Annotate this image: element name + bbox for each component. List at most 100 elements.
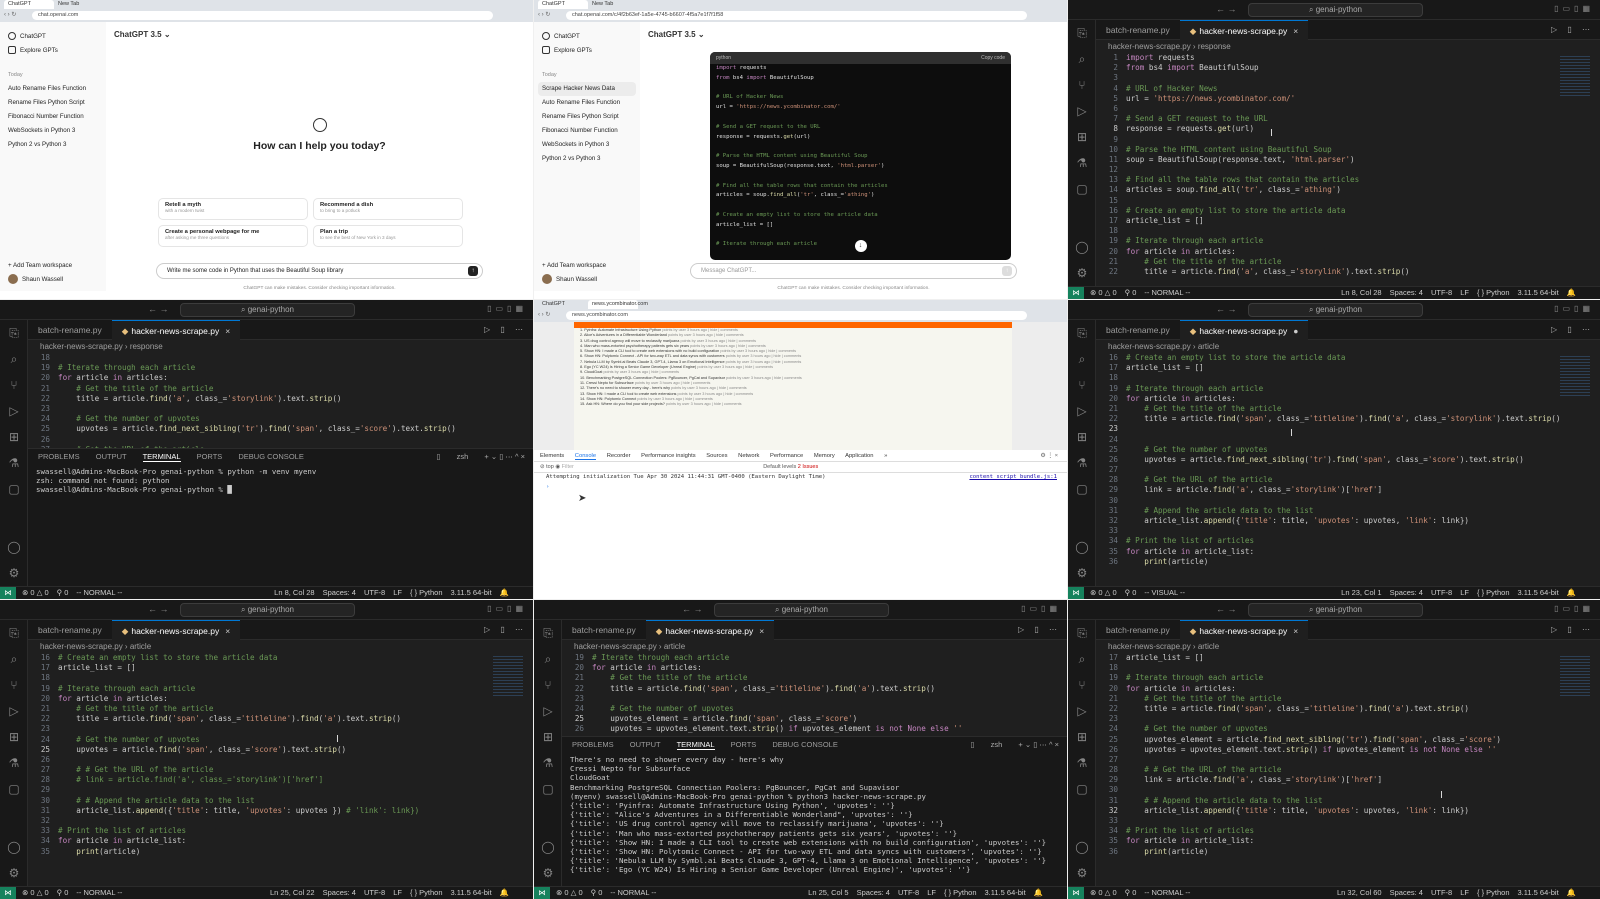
settings-gear-icon[interactable]: ⚙: [1068, 260, 1096, 286]
code-line[interactable]: 6: [1096, 104, 1600, 114]
code-line[interactable]: 19 # Iterate through each article: [1096, 673, 1600, 683]
history-item[interactable]: Python 2 vs Python 3: [534, 152, 640, 166]
code-line[interactable]: 21 # Get the title of the article: [1096, 257, 1600, 267]
suggestion-card[interactable]: Plan a trip to see the best of New York i…: [313, 225, 463, 247]
notifications-icon[interactable]: 🔔: [500, 888, 509, 897]
console-filter-input[interactable]: Filter: [562, 462, 762, 473]
code-line[interactable]: 35 for article in article_list:: [1096, 836, 1600, 846]
user-profile[interactable]: Shaun Wassell: [0, 273, 106, 287]
tab-debug-console[interactable]: DEBUG CONSOLE: [772, 740, 837, 749]
address-bar[interactable]: chat.openai.com: [32, 11, 493, 20]
back-forward-icon[interactable]: ‹ › ↻: [538, 311, 550, 318]
notifications-icon[interactable]: 🔔: [500, 588, 509, 597]
code-line[interactable]: 20 for article in articles:: [1096, 394, 1600, 404]
line-ending[interactable]: LF: [1460, 288, 1469, 297]
settings-gear-icon[interactable]: ⚙: [1068, 860, 1096, 886]
notifications-icon[interactable]: 🔔: [1567, 888, 1576, 897]
account-icon[interactable]: ◯: [1068, 234, 1096, 260]
extensions-icon[interactable]: ⊞: [534, 724, 562, 750]
user-profile[interactable]: Shaun Wassell: [534, 273, 640, 287]
code-line[interactable]: 21 # Get the title of the article: [1096, 694, 1600, 704]
indentation[interactable]: Spaces: 4: [1390, 888, 1423, 897]
history-item-active[interactable]: Scrape Hacker News Data: [538, 82, 636, 96]
code-line[interactable]: 20 for article in articles:: [562, 663, 1067, 673]
code-line[interactable]: 34 # Print the list of articles: [1096, 826, 1600, 836]
code-line[interactable]: 19 # Iterate through each article: [28, 363, 533, 373]
cursor-position[interactable]: Ln 8, Col 28: [274, 588, 314, 597]
account-icon[interactable]: ◯: [534, 834, 562, 860]
testing-icon[interactable]: ⚗: [1068, 150, 1096, 176]
encoding[interactable]: UTF-8: [1431, 288, 1452, 297]
remote-explorer-icon[interactable]: ▢: [0, 776, 28, 802]
code-line[interactable]: 22 title = article.find('a', class_='sto…: [1096, 267, 1600, 277]
encoding[interactable]: UTF-8: [364, 588, 385, 597]
run-icon[interactable]: ▷ ▯ ⋯: [1018, 625, 1061, 634]
console-prompt-icon[interactable]: ›: [546, 484, 1067, 490]
terminal-output[interactable]: swassell@Admins-MacBook-Pro genai-python…: [28, 465, 533, 497]
layout-icons[interactable]: ▯▭▯▦: [1554, 604, 1594, 613]
code-line[interactable]: 28 # Get the URL of the article: [1096, 475, 1600, 485]
code-line[interactable]: 16 # Create an empty list to store the ar…: [1096, 206, 1600, 216]
layout-icons[interactable]: ▯▭▯▦: [1554, 304, 1594, 313]
tab-hacker-news-scrape[interactable]: ◆ hacker-news-scrape.py ●: [1179, 320, 1309, 340]
tab-terminal[interactable]: TERMINAL: [142, 452, 181, 462]
settings-gear-icon[interactable]: ⚙: [1068, 560, 1096, 586]
line-ending[interactable]: LF: [393, 588, 402, 597]
cursor-position[interactable]: Ln 32, Col 60: [1337, 888, 1382, 897]
code-line[interactable]: 31 # # Append the article data to the li…: [1096, 796, 1600, 806]
code-line[interactable]: 2 from bs4 import BeautifulSoup: [1096, 63, 1600, 73]
code-line[interactable]: 14 articles = soup.find_all('tr', class_=…: [1096, 185, 1600, 195]
run-icon[interactable]: ▷ ▯ ⋯: [484, 325, 527, 334]
tab-hacker-news-scrape[interactable]: ◆ hacker-news-scrape.py ×: [1179, 20, 1309, 40]
files-icon[interactable]: ⎘: [0, 620, 28, 646]
account-icon[interactable]: ◯: [1068, 534, 1096, 560]
problems-count[interactable]: ⊗ 0 △ 0: [1090, 888, 1117, 897]
python-interpreter[interactable]: 3.11.5 64-bit: [1518, 888, 1559, 897]
close-icon[interactable]: ×: [225, 326, 230, 336]
code-line[interactable]: 20 for article in articles:: [28, 694, 533, 704]
code-line[interactable]: 17 article_list = []: [1096, 216, 1600, 226]
code-line[interactable]: 25 # Get the number of upvotes: [1096, 445, 1600, 455]
problems-count[interactable]: ⊗ 0 △ 0: [556, 888, 583, 897]
command-center[interactable]: ⌕ genai-python: [1248, 303, 1423, 317]
code-line[interactable]: 22 title = article.find('span', class_='…: [562, 684, 1067, 694]
testing-icon[interactable]: ⚗: [0, 450, 28, 476]
ports-count[interactable]: ⚲ 0: [57, 888, 69, 897]
sidebar-new-chat[interactable]: ChatGPT: [0, 30, 106, 44]
code-line[interactable]: 33: [1096, 816, 1600, 826]
browser-tab-new[interactable]: New Tab: [54, 0, 104, 9]
command-center[interactable]: ⌕ genai-python: [1248, 603, 1423, 617]
code-line[interactable]: 28 # link = article.find('a', class_='st…: [28, 775, 533, 785]
code-line[interactable]: 5 url = 'https://news.ycombinator.com/': [1096, 94, 1600, 104]
code-line[interactable]: 22 title = article.find('span', class_='…: [1096, 704, 1600, 714]
ports-count[interactable]: ⚲ 0: [591, 888, 603, 897]
code-line[interactable]: 26 upvotes = upvotes_element.text.strip(…: [1096, 745, 1600, 755]
testing-icon[interactable]: ⚗: [534, 750, 562, 776]
suggestion-card[interactable]: Create a personal webpage for me after as…: [158, 225, 308, 247]
tab-batch-rename[interactable]: batch-rename.py: [1096, 320, 1180, 340]
language-mode[interactable]: { } Python: [410, 588, 443, 597]
hn-story-title[interactable]: 11. Cressi Nepto for Subsurface: [580, 381, 635, 385]
tab-output[interactable]: OUTPUT: [630, 740, 661, 749]
search-icon[interactable]: ⌕: [0, 646, 28, 672]
code-line[interactable]: 33 # Print the list of articles: [28, 826, 533, 836]
remote-indicator-icon[interactable]: ⋈: [1068, 587, 1084, 599]
indentation[interactable]: Spaces: 4: [323, 888, 356, 897]
suggestion-card[interactable]: Retell a myth with a modern twist: [158, 198, 308, 220]
hn-story-title[interactable]: 3. US drug control agency will move to r…: [580, 339, 680, 343]
code-line[interactable]: 9: [1096, 135, 1600, 145]
encoding[interactable]: UTF-8: [364, 888, 385, 897]
remote-indicator-icon[interactable]: ⋈: [0, 587, 16, 599]
code-line[interactable]: 4 # URL of Hacker News: [1096, 84, 1600, 94]
indentation[interactable]: Spaces: 4: [857, 888, 890, 897]
address-bar[interactable]: chat.openai.com/c/4f2b63ef-1a5e-4745-b66…: [566, 11, 1027, 20]
python-interpreter[interactable]: 3.11.5 64-bit: [451, 888, 492, 897]
minimap[interactable]: [1560, 56, 1590, 96]
code-line[interactable]: 35 for article in article_list:: [1096, 547, 1600, 557]
sidebar-explore-gpts[interactable]: Explore GPTs: [0, 44, 106, 58]
code-line[interactable]: 25 upvotes = article.find_next_sibling('…: [28, 424, 533, 434]
code-line[interactable]: 21 # Get the title of the article: [562, 673, 1067, 683]
code-line[interactable]: 1 import requests: [1096, 53, 1600, 63]
history-item[interactable]: Rename Files Python Script: [0, 96, 106, 110]
source-control-icon[interactable]: ⑂: [1068, 372, 1096, 398]
